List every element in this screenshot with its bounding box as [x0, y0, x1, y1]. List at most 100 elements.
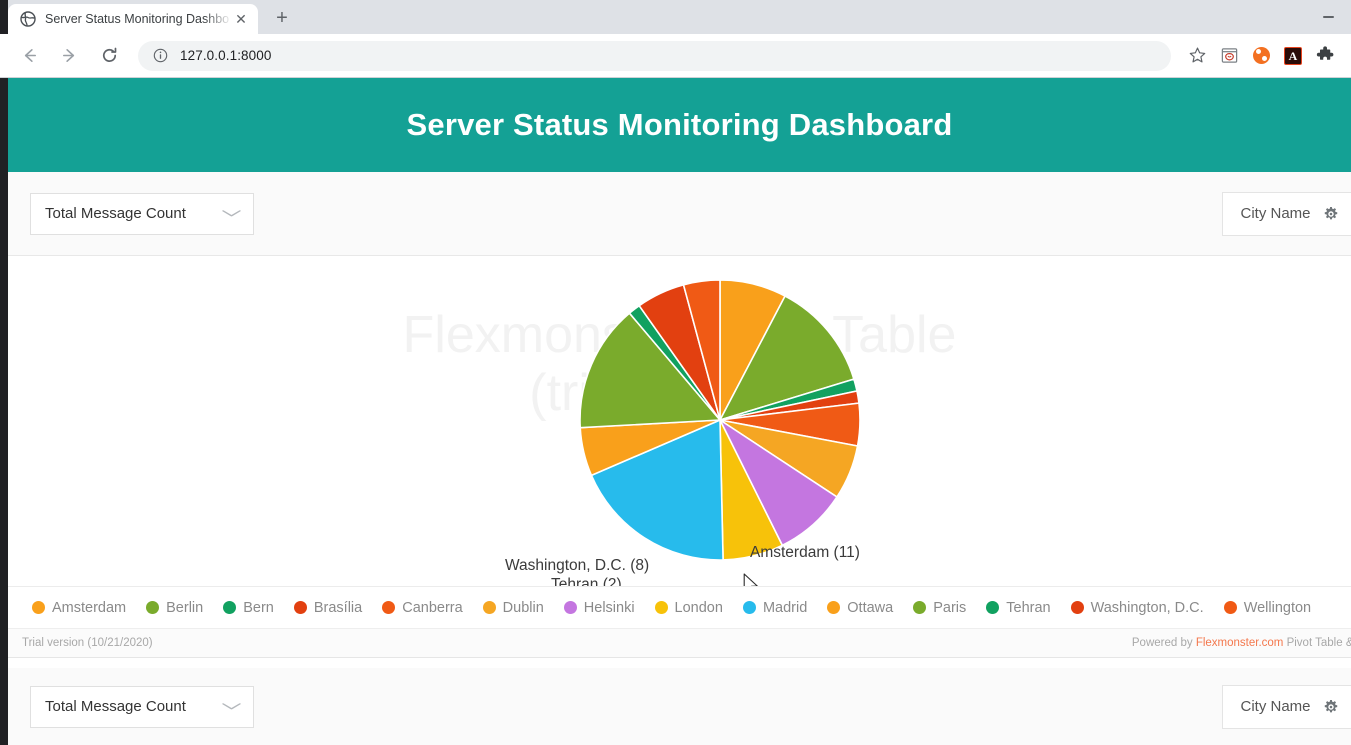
page-left-edge: [0, 78, 8, 745]
legend-item[interactable]: Wellington: [1223, 599, 1312, 616]
legend-item[interactable]: Tehran: [986, 599, 1051, 616]
legend-label: Helsinki: [583, 599, 635, 616]
legend-color-dot: [986, 601, 1000, 614]
legend-color-dot: [654, 601, 668, 614]
gear-icon[interactable]: [1323, 206, 1339, 222]
adobe-acrobat-extension-icon[interactable]: A: [1277, 40, 1309, 72]
legend-item[interactable]: Bern: [223, 600, 274, 616]
legend-label: Canberra: [402, 599, 463, 616]
toolbar-icon-group: A: [1181, 40, 1341, 72]
pie-chart-svg[interactable]: [578, 278, 862, 562]
legend-item[interactable]: Helsinki: [563, 599, 635, 616]
pie-chart: [578, 278, 862, 562]
legend-label: Dublin: [502, 599, 544, 616]
tab-strip: Server Status Monitoring Dashbo ✕ +: [0, 0, 1351, 34]
legend-item[interactable]: Washington, D.C.: [1070, 599, 1204, 616]
reload-button[interactable]: [94, 41, 124, 71]
legend-item[interactable]: Berlin: [146, 600, 203, 616]
browser-tab-active[interactable]: Server Status Monitoring Dashbo ✕: [8, 4, 258, 34]
measure-select[interactable]: Total Message Count: [30, 192, 254, 235]
back-button[interactable]: [14, 41, 44, 71]
browser-toolbar: 127.0.0.1:8000 A: [0, 34, 1351, 78]
legend-color-dot: [482, 601, 496, 614]
window-left-edge: [0, 0, 8, 34]
legend-item[interactable]: Brasília: [293, 599, 363, 616]
legend-color-dot: [293, 601, 307, 614]
slice-label-washington: Washington, D.C. (8): [505, 557, 650, 574]
chart-legend: Amsterdam Berlin Bern Brasília Canberra Dubli…: [8, 586, 1351, 628]
browser-window: Server Status Monitoring Dashbo ✕ + 127.…: [0, 0, 1351, 745]
legend-label: London: [674, 599, 723, 616]
trial-version-text: Trial version (10/21/2020): [22, 637, 153, 649]
flexmonster-link[interactable]: Flexmonster.com: [1196, 637, 1284, 649]
secondary-measure-select[interactable]: Total Message Count: [30, 685, 254, 728]
legend-color-dot: [1070, 601, 1084, 614]
address-bar[interactable]: 127.0.0.1:8000: [138, 40, 1171, 71]
pie-chart-area: Flexmonster Pivot Table (trial version) …: [8, 256, 1351, 586]
forward-button[interactable]: [54, 41, 84, 71]
dimension-select-label: City Name: [1240, 205, 1311, 222]
legend-label: Wellington: [1243, 599, 1312, 616]
widget-toolbar: Total Message Count City Name: [8, 172, 1351, 256]
page-content: Server Status Monitoring Dashboard Total…: [0, 78, 1351, 745]
legend-item[interactable]: Amsterdam: [32, 600, 126, 616]
legend-label: Paris: [933, 599, 967, 616]
powered-by-prefix: Powered by: [1131, 637, 1196, 649]
legend-item[interactable]: Paris: [913, 600, 966, 616]
slice-label-amsterdam: Amsterdam (11): [750, 544, 860, 561]
extensions-puzzle-icon[interactable]: [1309, 40, 1341, 72]
legend-color-dot: [223, 601, 237, 614]
new-tab-button[interactable]: +: [268, 4, 296, 32]
flexmonster-widget: Total Message Count City Name Flexmonste…: [8, 172, 1351, 658]
extension-orange-circle-icon[interactable]: [1245, 40, 1277, 72]
minimize-icon: [1322, 16, 1334, 18]
info-circle-icon[interactable]: [152, 48, 168, 64]
dashboard-header: Server Status Monitoring Dashboard: [8, 78, 1351, 172]
dimension-select[interactable]: City Name: [1222, 191, 1351, 236]
secondary-dimension-select[interactable]: City Name: [1222, 684, 1351, 729]
extension-shield-icon[interactable]: [1213, 40, 1245, 72]
bookmark-star-icon[interactable]: [1181, 40, 1213, 72]
legend-label: Berlin: [166, 599, 204, 616]
page-title: Server Status Monitoring Dashboard: [406, 107, 953, 142]
minimize-button[interactable]: [1305, 1, 1351, 33]
url-text: 127.0.0.1:8000: [180, 48, 272, 63]
slice-label-tehran: Tehran (2): [551, 576, 622, 586]
legend-color-dot: [146, 601, 160, 614]
globe-icon: [20, 11, 36, 27]
legend-label: Tehran: [1006, 599, 1051, 616]
mouse-cursor: [743, 573, 760, 586]
chevron-down-icon: [221, 701, 243, 712]
window-controls: [1305, 0, 1351, 34]
legend-color-dot: [913, 601, 927, 614]
tab-title: Server Status Monitoring Dashbo: [45, 12, 230, 26]
legend-item[interactable]: Madrid: [742, 599, 808, 616]
powered-by-text: Powered by Flexmonster.com Pivot Table &…: [1132, 637, 1351, 649]
legend-item[interactable]: Canberra: [382, 599, 463, 616]
secondary-widget-toolbar: Total Message Count City Name: [8, 668, 1351, 745]
gear-icon[interactable]: [1323, 699, 1339, 715]
legend-color-dot: [742, 601, 756, 614]
legend-color-dot: [563, 601, 577, 614]
content-gap: [8, 658, 1351, 668]
legend-label: Ottawa: [847, 599, 894, 616]
reload-icon: [102, 47, 116, 62]
legend-item[interactable]: Dublin: [482, 599, 544, 616]
secondary-measure-select-label: Total Message Count: [45, 698, 186, 715]
legend-label: Amsterdam: [52, 599, 127, 616]
legend-item[interactable]: London: [654, 599, 723, 616]
legend-label: Bern: [243, 599, 274, 616]
measure-select-label: Total Message Count: [45, 205, 186, 222]
chevron-down-icon: [221, 208, 243, 219]
legend-item[interactable]: Ottawa: [827, 600, 893, 616]
legend-color-dot: [32, 601, 45, 614]
arrow-right-icon: [62, 48, 74, 63]
legend-color-dot: [827, 601, 841, 614]
legend-label: Madrid: [762, 599, 808, 616]
widget-footer: Trial version (10/21/2020) Powered by Fl…: [8, 628, 1351, 658]
legend-label: Washington, D.C.: [1090, 599, 1204, 616]
legend-color-dot: [1223, 601, 1237, 614]
secondary-dimension-select-label: City Name: [1240, 698, 1311, 715]
legend-label: Brasília: [313, 599, 363, 616]
close-icon[interactable]: ✕: [232, 10, 250, 28]
